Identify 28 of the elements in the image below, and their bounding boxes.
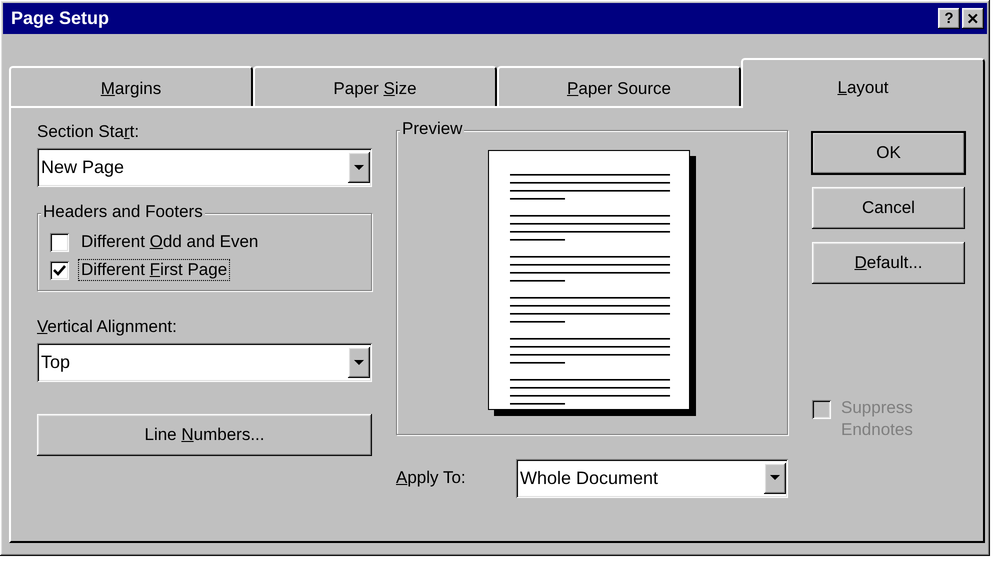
dialog-button[interactable]: Default...: [812, 242, 965, 284]
window-title: Page Setup: [11, 8, 110, 29]
dialog-button[interactable]: Cancel: [812, 187, 965, 229]
line-numbers-button[interactable]: Line Numbers...: [37, 414, 372, 456]
dropdown-arrow-button[interactable]: [348, 152, 370, 183]
close-button[interactable]: ✕: [962, 8, 984, 29]
dropdown-arrow-button[interactable]: [348, 347, 370, 378]
dropdown[interactable]: Top: [37, 343, 372, 382]
dropdown-arrow-button[interactable]: [764, 462, 786, 494]
checkbox-label[interactable]: Different First Page: [79, 260, 230, 280]
checkbox[interactable]: [50, 260, 69, 280]
field-label: Apply To:: [396, 468, 467, 488]
down-arrow-icon: [354, 360, 364, 366]
checkbox-label: Suppress Endnotes: [841, 397, 914, 441]
tab[interactable]: Margins: [9, 66, 253, 106]
dropdown[interactable]: Whole Document: [516, 458, 788, 498]
help-button[interactable]: ?: [938, 8, 960, 29]
down-arrow-icon: [354, 164, 364, 170]
checkbox-label[interactable]: Different Odd and Even: [79, 232, 260, 252]
tab[interactable]: Layout: [741, 58, 985, 108]
dropdown[interactable]: New Page: [37, 148, 372, 187]
tab[interactable]: Paper Source: [497, 66, 741, 106]
down-arrow-icon: [770, 475, 780, 481]
field-label: Vertical Alignment:: [37, 317, 178, 337]
field-label: Section Start:: [37, 122, 140, 142]
checkbox[interactable]: [50, 232, 69, 252]
tab[interactable]: Paper Size: [253, 66, 497, 106]
dialog-button[interactable]: OK: [812, 132, 965, 174]
